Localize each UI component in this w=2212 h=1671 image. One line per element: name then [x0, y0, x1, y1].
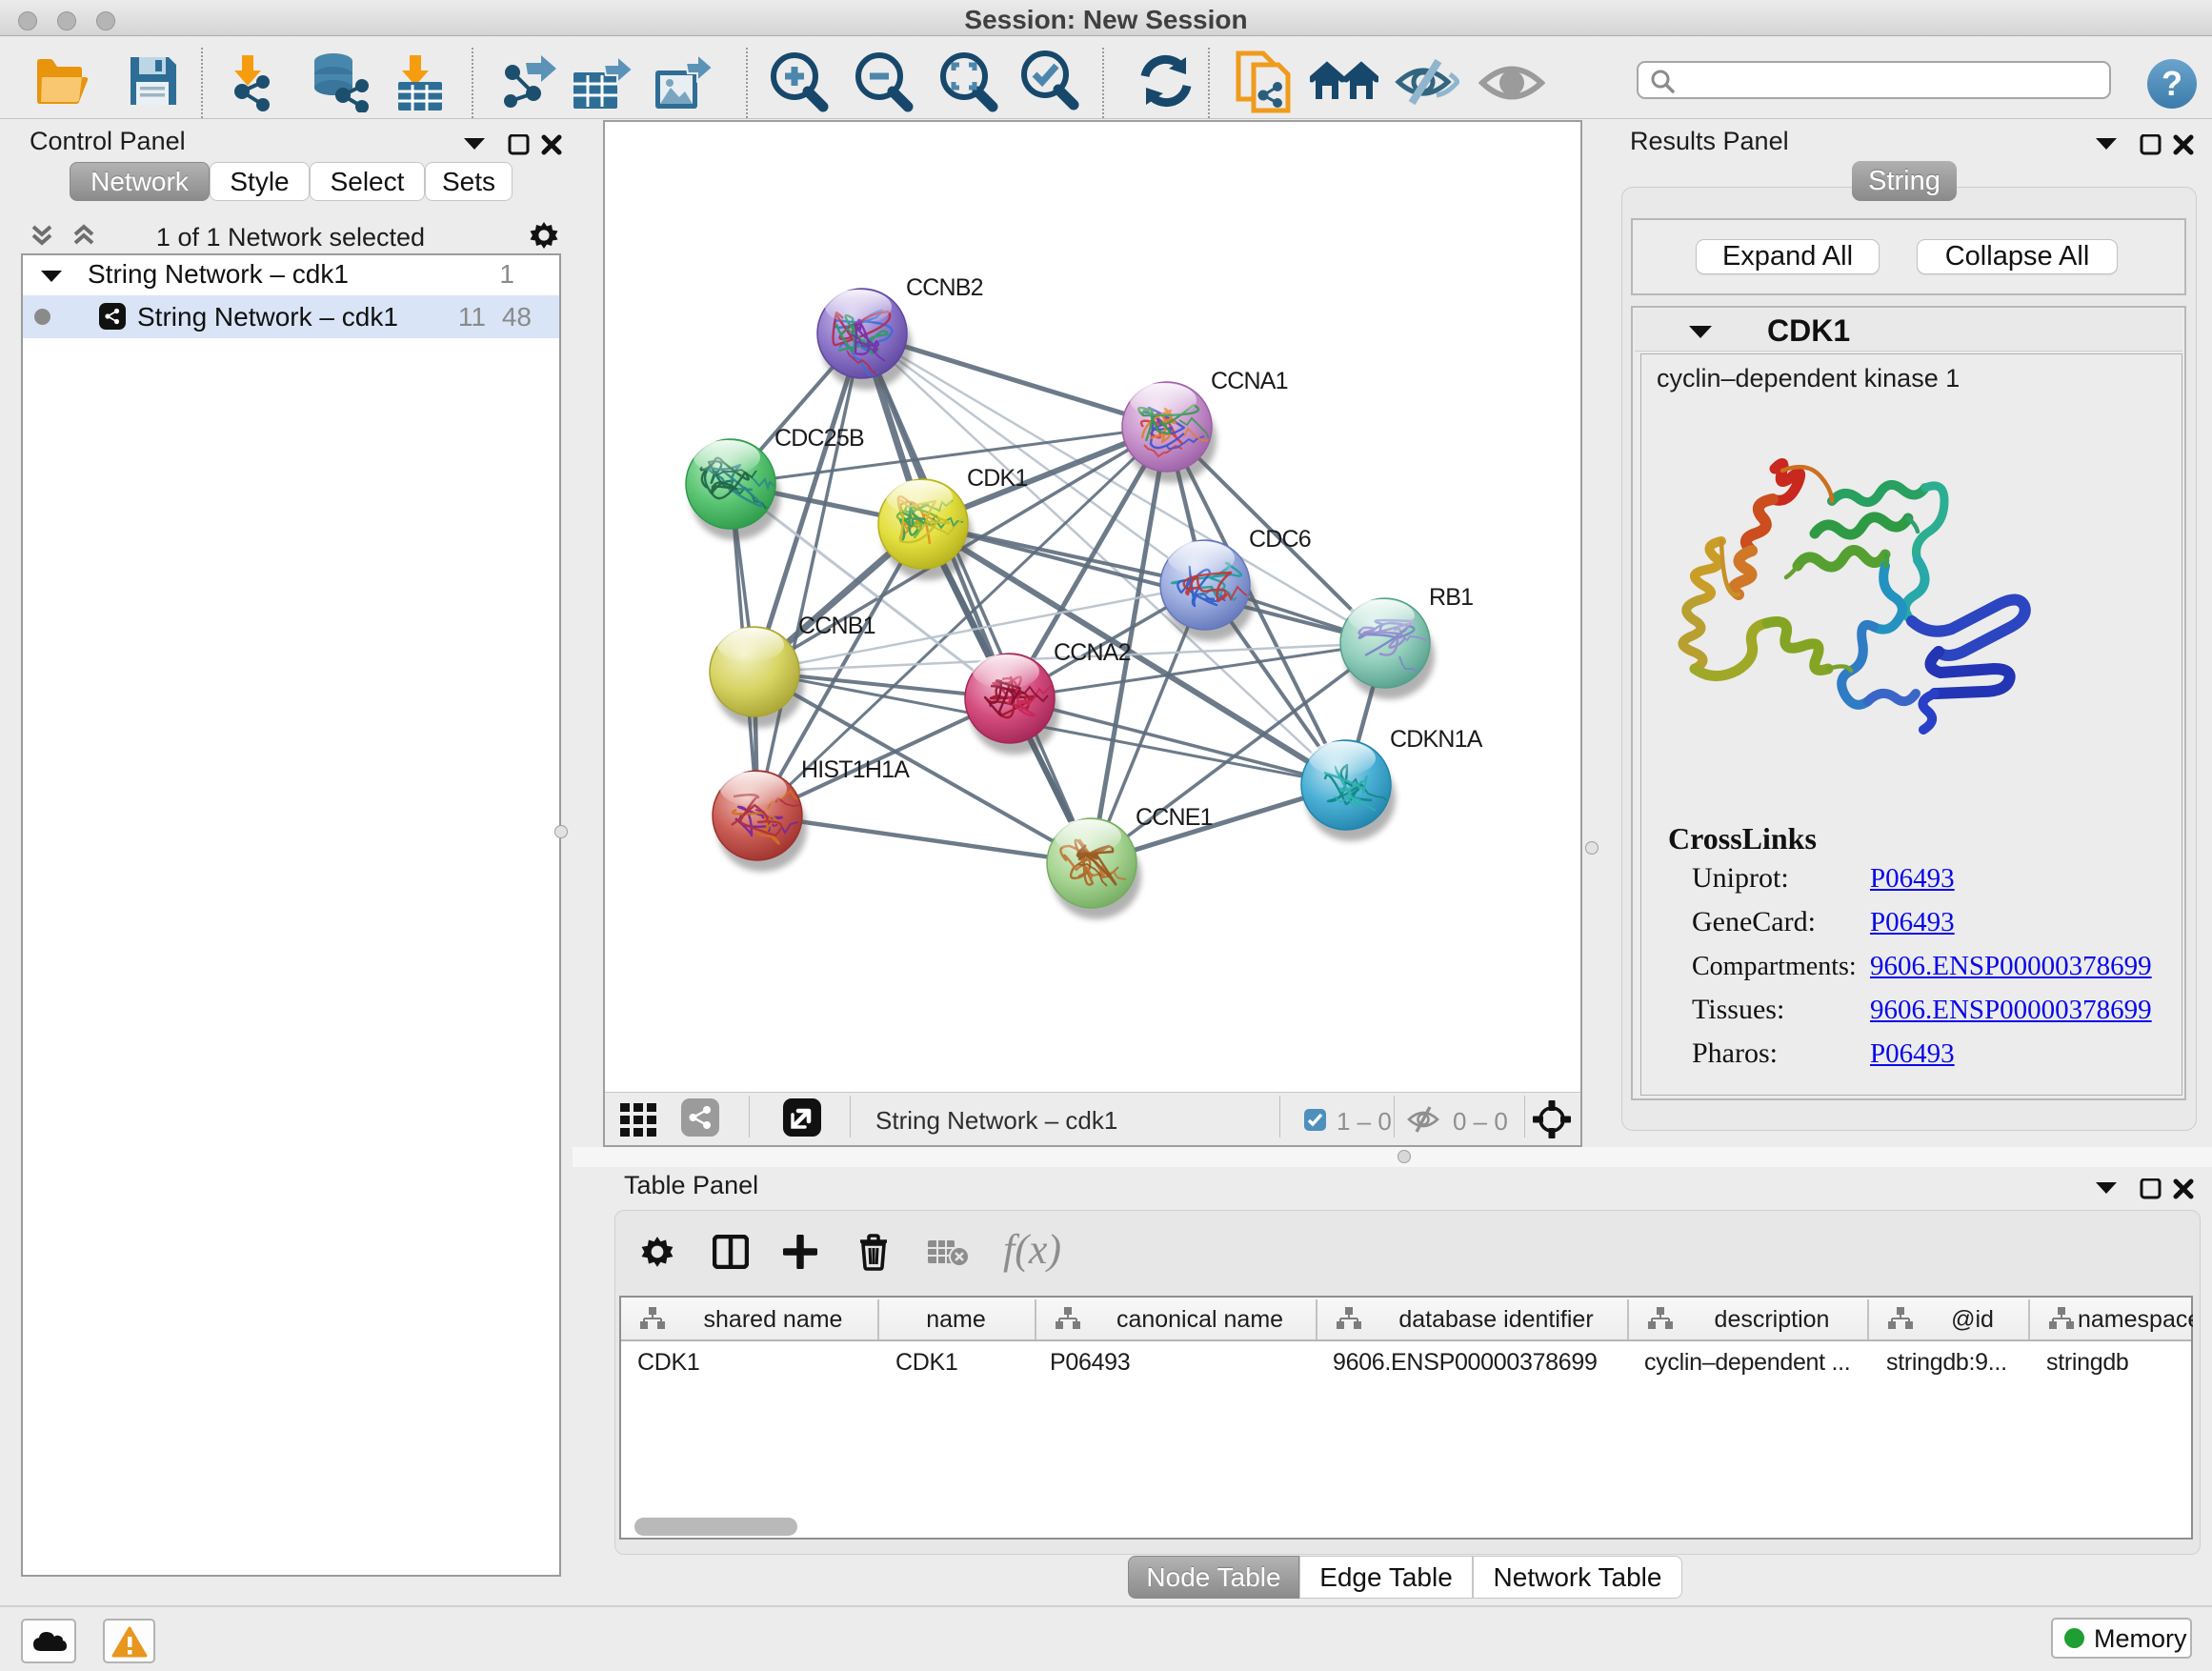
svg-text:CDKN1A: CDKN1A [1390, 726, 1483, 753]
svg-text:CCNE1: CCNE1 [1136, 804, 1213, 831]
svg-text:RB1: RB1 [1429, 584, 1473, 611]
svg-text:CCNA1: CCNA1 [1211, 368, 1288, 394]
svg-text:CCNB1: CCNB1 [798, 613, 875, 639]
svg-text:CDC25B: CDC25B [774, 425, 864, 452]
svg-text:CCNB2: CCNB2 [906, 274, 983, 301]
svg-text:CDK1: CDK1 [967, 465, 1028, 492]
svg-text:CCNA2: CCNA2 [1054, 639, 1131, 666]
svg-text:CDC6: CDC6 [1249, 526, 1311, 553]
svg-text:HIST1H1A: HIST1H1A [801, 756, 910, 783]
